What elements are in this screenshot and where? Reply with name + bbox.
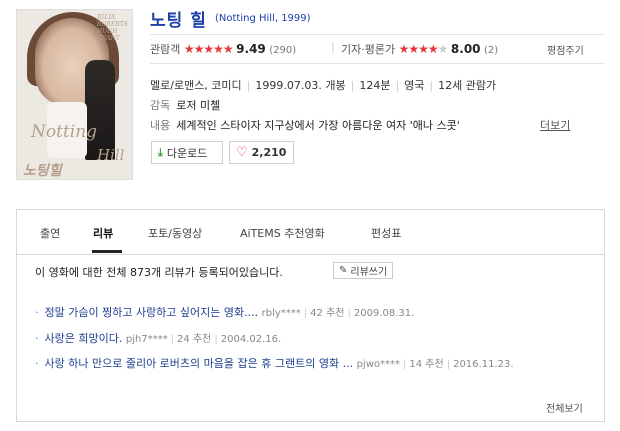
poster-title-hill: Hill bbox=[97, 146, 125, 164]
more-link[interactable]: 더보기 bbox=[540, 117, 570, 133]
poster-title-notting: Notting bbox=[31, 122, 98, 142]
review-recommend: 24 추천 bbox=[177, 334, 212, 345]
review-count-text: 이 영화에 대한 전체 873개 리뷰가 등록되어있습니다. bbox=[35, 266, 283, 279]
review-author: pjwo**** bbox=[356, 359, 401, 370]
bullet-icon: · bbox=[35, 332, 39, 345]
tab-photo-video[interactable]: 포토/동영상 bbox=[148, 225, 202, 241]
bullet-icon: · bbox=[35, 357, 39, 370]
tab-bar: 출연 리뷰 포토/동영상 AiTEMS 추천영화 편성표 bbox=[17, 210, 604, 255]
download-label: 다운로드 bbox=[166, 146, 208, 160]
active-tab-indicator bbox=[92, 250, 122, 253]
review-item: · 사랑은 희망이다. pjh7**** | 24 추천 | 2004.02.16. bbox=[35, 332, 282, 345]
audience-rating: 관람객 ★★★★★ 9.49 (290) bbox=[150, 41, 296, 57]
download-button[interactable]: ⤓ 다운로드 bbox=[151, 141, 223, 164]
view-all-link[interactable]: 전체보기 bbox=[546, 400, 583, 415]
country: 영국 bbox=[404, 79, 425, 92]
divider bbox=[150, 63, 605, 64]
age-rating: 12세 관람가 bbox=[438, 79, 497, 92]
review-date: 2016.11.23. bbox=[453, 359, 514, 370]
movie-info-row: 멜로/로맨스, 코미디 | 1999.07.03. 개봉 | 124분 | 영국 | 12세 관… bbox=[150, 79, 497, 92]
rating-separator: | bbox=[331, 40, 335, 53]
divider bbox=[150, 34, 605, 35]
my-rating-button[interactable]: 평점주기 bbox=[547, 42, 584, 57]
content-label: 내용 bbox=[150, 119, 171, 132]
review-panel: 출연 리뷰 포토/동영상 AiTEMS 추천영화 편성표 이 영화에 대한 전체… bbox=[16, 209, 605, 422]
write-review-label: 리뷰쓰기 bbox=[350, 267, 388, 278]
review-recommend: 14 추천 bbox=[409, 359, 444, 370]
like-button[interactable]: ♡ 2,210 bbox=[229, 141, 294, 164]
tab-review[interactable]: 리뷰 bbox=[93, 225, 113, 241]
download-icon: ⤓ bbox=[158, 145, 163, 159]
review-author: rbly**** bbox=[261, 308, 301, 319]
poster-figure bbox=[85, 60, 115, 160]
tab-cast[interactable]: 출연 bbox=[40, 225, 60, 241]
bullet-icon: · bbox=[35, 306, 39, 319]
release-date: 1999.07.03. 개봉 bbox=[255, 79, 346, 92]
review-date: 2004.02.16. bbox=[220, 334, 282, 345]
audience-stars: ★★★★★ bbox=[183, 42, 234, 56]
tab-schedule[interactable]: 편성표 bbox=[371, 225, 401, 241]
pencil-icon: ✎ bbox=[339, 265, 348, 276]
critic-rating: 기자·평론가 ★★★★★ 8.00 (2) bbox=[341, 41, 498, 57]
content-text: 세계적인 스타이자 지구상에서 가장 아름다운 여자 '애나 스콧' bbox=[176, 119, 460, 132]
critic-count: (2) bbox=[484, 45, 499, 56]
audience-count: (290) bbox=[269, 45, 297, 56]
write-review-button[interactable]: ✎ 리뷰쓰기 bbox=[333, 262, 394, 279]
director-label: 감독 bbox=[150, 99, 171, 112]
genre: 멜로/로맨스, 코미디 bbox=[150, 79, 242, 92]
movie-poster[interactable]: JULIA ROBERTS HUGH GRANT Notting Hill 노팅… bbox=[16, 9, 133, 180]
movie-subtitle: (Notting Hill, 1999) bbox=[215, 13, 311, 24]
runtime: 124분 bbox=[359, 79, 391, 92]
critic-stars: ★★★★★ bbox=[398, 42, 449, 56]
director-row: 감독 로저 미첼 bbox=[150, 97, 220, 113]
poster-top-text: JULIA ROBERTS HUGH GRANT bbox=[97, 14, 128, 42]
poster-korean-title: 노팅힐 bbox=[23, 163, 62, 179]
review-title[interactable]: 사랑은 희망이다. bbox=[45, 332, 123, 345]
review-recommend: 42 추천 bbox=[310, 308, 345, 319]
review-title[interactable]: 사랑 하나 만으로 줄리아 로버츠의 마음을 잡은 휴 그랜트의 영화 ... bbox=[45, 357, 354, 370]
movie-title[interactable]: 노팅 힐 bbox=[150, 6, 207, 31]
review-date: 2009.08.31. bbox=[353, 308, 415, 319]
critic-label: 기자·평론가 bbox=[341, 43, 396, 56]
heart-icon: ♡ bbox=[236, 145, 248, 160]
content-row: 내용 세계적인 스타이자 지구상에서 가장 아름다운 여자 '애나 스콧' bbox=[150, 117, 570, 133]
critic-score: 8.00 bbox=[450, 42, 481, 56]
audience-label: 관람객 bbox=[150, 43, 181, 56]
review-title[interactable]: 정말 가슴이 찡하고 사랑하고 싶어지는 영화.... bbox=[45, 306, 259, 319]
review-item: · 정말 가슴이 찡하고 사랑하고 싶어지는 영화.... rbly**** | 42… bbox=[35, 306, 415, 319]
tab-aitems[interactable]: AiTEMS 추천영화 bbox=[240, 225, 325, 241]
audience-score: 9.49 bbox=[236, 42, 266, 56]
like-count: 2,210 bbox=[251, 146, 287, 159]
review-author: pjh7**** bbox=[125, 334, 168, 345]
review-item: · 사랑 하나 만으로 줄리아 로버츠의 마음을 잡은 휴 그랜트의 영화 ...… bbox=[35, 357, 514, 370]
director-name[interactable]: 로저 미첼 bbox=[176, 99, 220, 112]
